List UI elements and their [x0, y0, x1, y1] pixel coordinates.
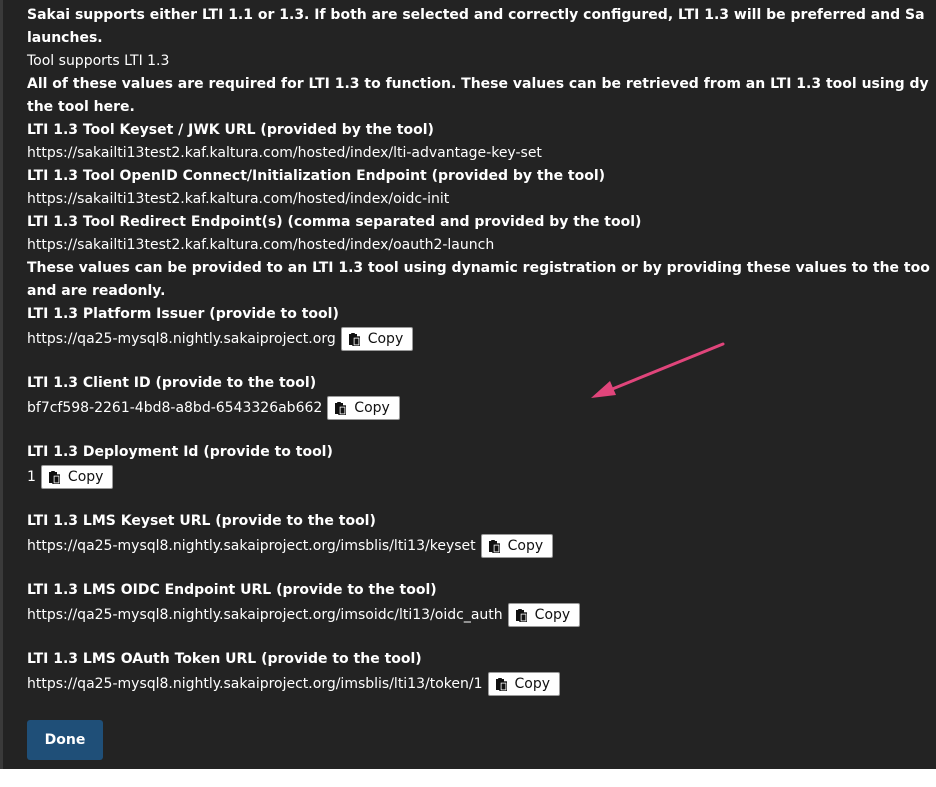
client-id-label: LTI 1.3 Client ID (provide to the tool)	[27, 375, 317, 391]
lms-keyset-row: https://qa25-mysql8.nightly.sakaiproject…	[27, 533, 936, 559]
intro-text-line1: Sakai supports either LTI 1.1 or 1.3. If…	[27, 7, 925, 23]
platform-issuer-row: https://qa25-mysql8.nightly.sakaiproject…	[27, 326, 936, 352]
lms-oauth-token-row: https://qa25-mysql8.nightly.sakaiproject…	[27, 671, 936, 697]
annotation-arrow-icon	[591, 342, 725, 398]
tool-keyset-value: https://sakailti13test2.kaf.kaltura.com/…	[27, 145, 542, 161]
copy-lms-oidc-button[interactable]: Copy	[507, 603, 581, 627]
tool-supports-text: Tool supports LTI 1.3	[27, 53, 170, 69]
lms-oauth-token-value: https://qa25-mysql8.nightly.sakaiproject…	[27, 676, 483, 692]
tool-redirect-label: LTI 1.3 Tool Redirect Endpoint(s) (comma…	[27, 214, 642, 230]
provide-note-line1: These values can be provided to an LTI 1…	[27, 260, 930, 276]
copy-button-label: Copy	[534, 607, 571, 623]
platform-issuer-value: https://qa25-mysql8.nightly.sakaiproject…	[27, 331, 336, 347]
lti-config-content: Sakai supports either LTI 1.1 or 1.3. If…	[27, 4, 936, 760]
client-id-value: bf7cf598-2261-4bd8-a8bd-6543326ab662	[27, 400, 323, 416]
tool-redirect-value: https://sakailti13test2.kaf.kaltura.com/…	[27, 237, 495, 253]
clipboard-icon	[335, 401, 347, 415]
lms-oauth-token-label: LTI 1.3 LMS OAuth Token URL (provide to …	[27, 651, 422, 667]
copy-button-label: Copy	[507, 538, 544, 554]
required-text-line1: All of these values are required for LTI…	[27, 76, 929, 92]
done-button[interactable]: Done	[27, 720, 103, 760]
lti-config-panel: Sakai supports either LTI 1.1 or 1.3. If…	[0, 0, 936, 769]
lms-oidc-value: https://qa25-mysql8.nightly.sakaiproject…	[27, 607, 503, 623]
copy-lms-oauth-token-button[interactable]: Copy	[487, 672, 561, 696]
copy-deployment-id-button[interactable]: Copy	[40, 465, 114, 489]
platform-issuer-label: LTI 1.3 Platform Issuer (provide to tool…	[27, 306, 339, 322]
clipboard-icon	[348, 332, 360, 346]
clipboard-icon	[495, 677, 507, 691]
copy-button-label: Copy	[67, 469, 104, 485]
lms-keyset-value: https://qa25-mysql8.nightly.sakaiproject…	[27, 538, 476, 554]
tool-oidc-label: LTI 1.3 Tool OpenID Connect/Initializati…	[27, 168, 606, 184]
deployment-id-row: 1 Copy	[27, 464, 936, 490]
clipboard-icon	[515, 608, 527, 622]
intro-text-line2: launches.	[27, 30, 103, 46]
deployment-id-value: 1	[27, 469, 36, 485]
clipboard-icon	[48, 470, 60, 484]
tool-oidc-value: https://sakailti13test2.kaf.kaltura.com/…	[27, 191, 450, 207]
clipboard-icon	[488, 539, 500, 553]
copy-button-label: Copy	[367, 331, 404, 347]
copy-lms-keyset-button[interactable]: Copy	[480, 534, 554, 558]
tool-keyset-label: LTI 1.3 Tool Keyset / JWK URL (provided …	[27, 122, 434, 138]
deployment-id-label: LTI 1.3 Deployment Id (provide to tool)	[27, 444, 333, 460]
copy-button-label: Copy	[514, 676, 551, 692]
lms-oidc-row: https://qa25-mysql8.nightly.sakaiproject…	[27, 602, 936, 628]
lms-oidc-label: LTI 1.3 LMS OIDC Endpoint URL (provide t…	[27, 582, 437, 598]
copy-client-id-button[interactable]: Copy	[327, 396, 400, 420]
lms-keyset-label: LTI 1.3 LMS Keyset URL (provide to the t…	[27, 513, 376, 529]
copy-button-label: Copy	[354, 400, 390, 416]
copy-platform-issuer-button[interactable]: Copy	[340, 327, 414, 351]
provide-note-line2: and are readonly.	[27, 283, 166, 299]
client-id-row: bf7cf598-2261-4bd8-a8bd-6543326ab662 Cop…	[27, 395, 936, 421]
required-text-line2: the tool here.	[27, 99, 135, 115]
